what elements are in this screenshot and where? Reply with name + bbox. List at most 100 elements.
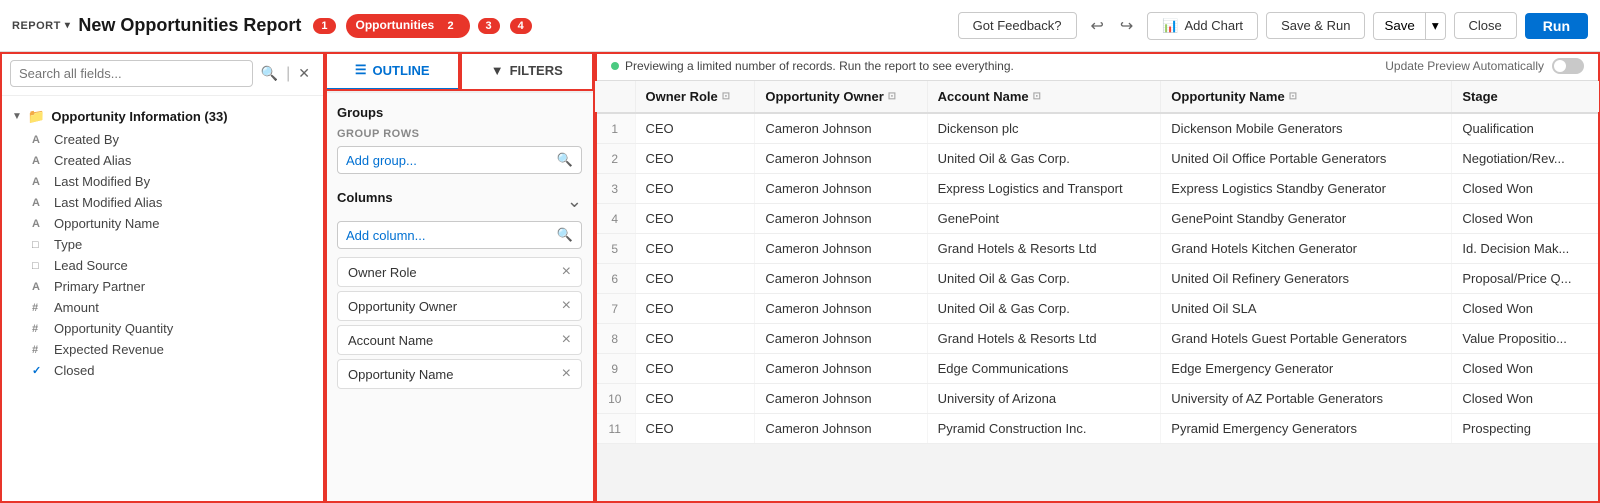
tab-filters[interactable]: ▼ FILTERS: [460, 52, 595, 91]
preview-right: Update Preview Automatically: [1385, 58, 1584, 74]
search-group-icon: 🔍: [557, 152, 573, 168]
sort-icon-opp-name[interactable]: ⊡: [1289, 91, 1297, 102]
column-tag-remove[interactable]: ×: [562, 332, 571, 348]
undo-button[interactable]: ↩: [1085, 12, 1110, 40]
cell-opp-owner: Cameron Johnson: [755, 144, 927, 174]
search-icon-button[interactable]: 🔍: [257, 63, 282, 84]
cell-account-name: Grand Hotels & Resorts Ltd: [927, 234, 1161, 264]
opportunities-tab[interactable]: Opportunities 2: [346, 14, 470, 38]
column-tag: Opportunity Owner×: [337, 291, 582, 321]
column-tag-remove[interactable]: ×: [562, 366, 571, 382]
run-button[interactable]: Run: [1525, 13, 1588, 39]
table-row: 11 CEO Cameron Johnson Pyramid Construct…: [595, 414, 1600, 444]
field-item[interactable]: ✓Closed: [0, 360, 324, 381]
data-table: Owner Role ⊡ Opportunity Owner ⊡: [595, 81, 1600, 444]
report-label: REPORT ▾: [12, 20, 70, 32]
columns-dropdown-icon[interactable]: ⌄: [567, 191, 582, 212]
cell-opp-owner: Cameron Johnson: [755, 384, 927, 414]
column-tag-remove[interactable]: ×: [562, 298, 571, 314]
table-row: 6 CEO Cameron Johnson United Oil & Gas C…: [595, 264, 1600, 294]
cell-opp-owner: Cameron Johnson: [755, 204, 927, 234]
feedback-button[interactable]: Got Feedback?: [958, 12, 1077, 39]
column-tag: Owner Role×: [337, 257, 582, 287]
search-clear-button[interactable]: ✕: [294, 63, 314, 84]
field-item[interactable]: ALast Modified Alias: [0, 192, 324, 213]
cell-account-name: Edge Communications: [927, 354, 1161, 384]
field-type-icon: A: [32, 155, 46, 167]
field-item[interactable]: #Expected Revenue: [0, 339, 324, 360]
search-input[interactable]: [10, 60, 253, 87]
sort-icon-owner-role[interactable]: ⊡: [722, 91, 730, 102]
col-account-name[interactable]: Account Name ⊡: [927, 81, 1161, 113]
field-name: Lead Source: [54, 258, 128, 273]
search-icons: 🔍 | ✕: [257, 63, 314, 84]
table-row: 4 CEO Cameron Johnson GenePoint GenePoin…: [595, 204, 1600, 234]
add-chart-button[interactable]: 📊 Add Chart: [1147, 12, 1258, 40]
sort-icon-opp-owner[interactable]: ⊡: [888, 91, 896, 102]
update-preview-label: Update Preview Automatically: [1385, 59, 1544, 73]
cell-stage: Value Propositio...: [1452, 324, 1600, 354]
field-name: Opportunity Quantity: [54, 321, 173, 336]
report-title: New Opportunities Report: [78, 15, 301, 36]
section-header[interactable]: ▼ 📁 Opportunity Information (33): [0, 104, 324, 129]
redo-button[interactable]: ↪: [1114, 12, 1139, 40]
cell-owner-role: CEO: [635, 204, 755, 234]
field-item[interactable]: AOpportunity Name: [0, 213, 324, 234]
col-stage[interactable]: Stage: [1452, 81, 1600, 113]
cell-owner-role: CEO: [635, 294, 755, 324]
field-item[interactable]: ALast Modified By: [0, 171, 324, 192]
save-button[interactable]: Save: [1373, 12, 1425, 40]
table-row: 5 CEO Cameron Johnson Grand Hotels & Res…: [595, 234, 1600, 264]
field-item[interactable]: #Amount: [0, 297, 324, 318]
row-num: 5: [595, 234, 635, 264]
cell-opp-owner: Cameron Johnson: [755, 414, 927, 444]
save-dropdown-button[interactable]: ▾: [1426, 12, 1446, 40]
cell-opp-name: Express Logistics Standby Generator: [1161, 174, 1452, 204]
field-name: Last Modified Alias: [54, 195, 162, 210]
field-item[interactable]: A Created Alias: [0, 150, 324, 171]
cell-opp-owner: Cameron Johnson: [755, 234, 927, 264]
field-item[interactable]: APrimary Partner: [0, 276, 324, 297]
cell-stage: Qualification: [1452, 113, 1600, 144]
columns-header: Columns ⌄: [337, 190, 582, 213]
cell-stage: Closed Won: [1452, 354, 1600, 384]
table-row: 8 CEO Cameron Johnson Grand Hotels & Res…: [595, 324, 1600, 354]
add-column-bar[interactable]: Add column... 🔍: [337, 221, 582, 249]
cell-owner-role: CEO: [635, 144, 755, 174]
row-num: 1: [595, 113, 635, 144]
field-item[interactable]: # Opportunity Quantity: [0, 318, 324, 339]
save-group: Save ▾: [1373, 12, 1445, 40]
save-run-button[interactable]: Save & Run: [1266, 12, 1365, 39]
column-tag: Opportunity Name×: [337, 359, 582, 389]
cell-opp-name: University of AZ Portable Generators: [1161, 384, 1452, 414]
col-opp-name[interactable]: Opportunity Name ⊡: [1161, 81, 1452, 113]
field-item[interactable]: □Type: [0, 234, 324, 255]
update-preview-toggle[interactable]: [1552, 58, 1584, 74]
field-item[interactable]: ACreated By: [0, 129, 324, 150]
left-panel: 🔍 | ✕ ▼ 📁 Opportunity Information (33) A…: [0, 52, 325, 503]
col-opp-owner[interactable]: Opportunity Owner ⊡: [755, 81, 927, 113]
field-name: Created Alias: [54, 153, 131, 168]
col-owner-role[interactable]: Owner Role ⊡: [635, 81, 755, 113]
field-item[interactable]: □Lead Source: [0, 255, 324, 276]
cell-owner-role: CEO: [635, 174, 755, 204]
cell-stage: Closed Won: [1452, 174, 1600, 204]
cell-opp-name: United Oil SLA: [1161, 294, 1452, 324]
report-dropdown-icon[interactable]: ▾: [65, 20, 71, 31]
row-num: 2: [595, 144, 635, 174]
field-type-icon: #: [32, 323, 46, 335]
tab-4-badge[interactable]: 4: [510, 18, 532, 34]
close-button[interactable]: Close: [1454, 12, 1517, 39]
sort-icon-account-name[interactable]: ⊡: [1033, 91, 1041, 102]
field-name: Opportunity Name: [54, 216, 160, 231]
column-tag-remove[interactable]: ×: [562, 264, 571, 280]
tab-3-badge[interactable]: 3: [478, 18, 500, 34]
tab-1-badge[interactable]: 1: [313, 18, 335, 34]
cell-opp-owner: Cameron Johnson: [755, 264, 927, 294]
field-name: Expected Revenue: [54, 342, 164, 357]
tab-outline[interactable]: ☰ OUTLINE: [325, 52, 460, 91]
cell-stage: Closed Won: [1452, 294, 1600, 324]
add-group-bar[interactable]: Add group... 🔍: [337, 146, 582, 174]
cell-opp-name: Grand Hotels Kitchen Generator: [1161, 234, 1452, 264]
cell-opp-name: United Oil Office Portable Generators: [1161, 144, 1452, 174]
